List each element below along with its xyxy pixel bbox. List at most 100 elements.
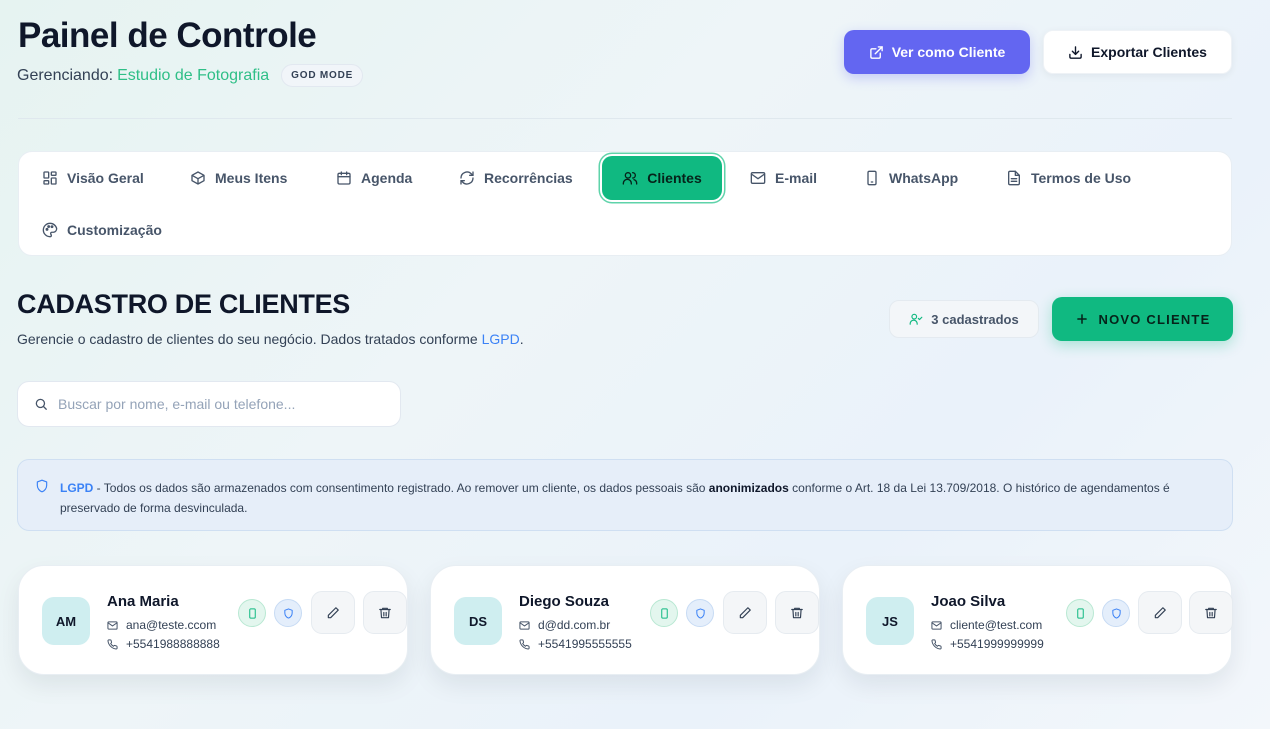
- search-input[interactable]: [58, 396, 378, 412]
- phone-icon: [931, 638, 950, 650]
- tab-whatsapp[interactable]: WhatsApp: [864, 156, 958, 200]
- new-client-button[interactable]: NOVO CLIENTE: [1052, 297, 1233, 341]
- tab-label: E-mail: [775, 170, 818, 186]
- avatar: AM: [42, 597, 90, 645]
- tab-label: Clientes: [647, 170, 702, 186]
- avatar: DS: [454, 597, 502, 645]
- client-email: ana@teste.ccom: [126, 618, 217, 632]
- client-card: AM Ana Maria ana@teste.ccom +55419888888…: [18, 565, 408, 675]
- section-title: CADASTRO DE CLIENTES: [17, 289, 351, 319]
- client-name: Joao Silva: [931, 593, 1006, 610]
- avatar: JS: [866, 597, 914, 645]
- shield-icon: [1111, 607, 1122, 619]
- phone-device-icon: [864, 170, 889, 186]
- client-email: d@dd.com.br: [538, 618, 611, 632]
- view-as-client-label: Ver como Cliente: [891, 44, 1006, 60]
- client-email-row: ana@teste.ccom: [107, 618, 216, 632]
- client-phone-row: +5541988888888: [107, 637, 220, 651]
- trash-icon: [790, 606, 804, 620]
- lgpd-consent-button[interactable]: [274, 599, 302, 627]
- edit-client-button[interactable]: [723, 591, 767, 634]
- client-card: DS Diego Souza d@dd.com.br +554199555555…: [430, 565, 820, 675]
- client-name: Diego Souza: [519, 593, 610, 610]
- search-box: [17, 381, 401, 427]
- refresh-icon: [459, 170, 484, 186]
- calendar-icon: [336, 170, 361, 186]
- view-as-client-button[interactable]: Ver como Cliente: [844, 30, 1030, 74]
- pencil-icon: [738, 606, 752, 620]
- box-icon: [190, 170, 215, 186]
- client-email-row: cliente@test.com: [931, 618, 1042, 632]
- mail-icon: [931, 620, 950, 631]
- tab-label: Recorrências: [484, 170, 573, 186]
- client-phone: +5541999999999: [950, 637, 1044, 651]
- delete-client-button[interactable]: [363, 591, 407, 634]
- notice-text-a: - Todos os dados são armazenados com con…: [93, 481, 709, 495]
- trash-icon: [1204, 606, 1218, 620]
- shield-icon: [283, 607, 294, 619]
- delete-client-button[interactable]: [1189, 591, 1233, 634]
- lgpd-notice: LGPD - Todos os dados são armazenados co…: [17, 459, 1233, 531]
- tab-email[interactable]: E-mail: [750, 156, 817, 200]
- users-icon: [622, 170, 647, 186]
- section-subtitle: Gerencie o cadastro de clientes do seu n…: [17, 331, 524, 347]
- page-title: Painel de Controle: [18, 16, 317, 55]
- new-client-label: NOVO CLIENTE: [1098, 311, 1211, 327]
- phone-icon: [107, 638, 126, 650]
- trash-icon: [378, 606, 392, 620]
- client-phone: +5541988888888: [126, 637, 220, 651]
- tab-meus-itens[interactable]: Meus Itens: [190, 156, 287, 200]
- mail-icon: [107, 620, 126, 631]
- lgpd-consent-button[interactable]: [686, 599, 714, 627]
- client-name: Ana Maria: [107, 593, 179, 610]
- section-subtitle-suffix: .: [519, 331, 524, 347]
- lgpd-tag: LGPD: [60, 481, 94, 495]
- document-icon: [1006, 170, 1031, 186]
- tab-clientes[interactable]: Clientes: [602, 156, 722, 200]
- client-count-badge: 3 cadastrados: [889, 300, 1039, 338]
- tab-label: Agenda: [361, 170, 413, 186]
- tab-label: Customização: [67, 222, 162, 238]
- external-link-icon: [869, 45, 892, 60]
- user-check-icon: [909, 312, 931, 326]
- shield-icon: [695, 607, 706, 619]
- client-card: JS Joao Silva cliente@test.com +55419999…: [842, 565, 1233, 675]
- shield-icon: [35, 479, 49, 493]
- export-clients-label: Exportar Clientes: [1091, 44, 1207, 60]
- tab-label: Meus Itens: [215, 170, 288, 186]
- tab-termos-de-uso[interactable]: Termos de Uso: [1006, 156, 1131, 200]
- palette-icon: [42, 222, 67, 238]
- client-phone-row: +5541995555555: [519, 637, 632, 651]
- client-phone: +5541995555555: [538, 637, 632, 651]
- tab-label: WhatsApp: [889, 170, 959, 186]
- export-clients-button[interactable]: Exportar Clientes: [1043, 30, 1232, 74]
- whatsapp-status-button[interactable]: [650, 599, 678, 627]
- tab-customizacao[interactable]: Customização: [42, 208, 162, 252]
- mail-icon: [519, 620, 538, 631]
- grid-icon: [42, 170, 67, 186]
- delete-client-button[interactable]: [775, 591, 819, 634]
- lgpd-consent-button[interactable]: [1102, 599, 1130, 627]
- whatsapp-status-button[interactable]: [238, 599, 266, 627]
- client-phone-row: +5541999999999: [931, 637, 1044, 651]
- header-divider: [18, 118, 1232, 119]
- tab-label: Visão Geral: [67, 170, 144, 186]
- pencil-icon: [1153, 606, 1167, 620]
- managing-line: Gerenciando: Estudio de Fotografia GOD M…: [17, 64, 364, 87]
- client-email: cliente@test.com: [950, 618, 1043, 632]
- tab-recorrencias[interactable]: Recorrências: [459, 156, 573, 200]
- whatsapp-status-button[interactable]: [1066, 599, 1094, 627]
- search-icon: [34, 397, 48, 411]
- edit-client-button[interactable]: [1138, 591, 1182, 634]
- tab-visao-geral[interactable]: Visão Geral: [42, 156, 144, 200]
- business-name: Estudio de Fotografia: [117, 66, 270, 84]
- phone-device-icon: [247, 607, 258, 619]
- edit-client-button[interactable]: [311, 591, 355, 634]
- tab-agenda[interactable]: Agenda: [336, 156, 412, 200]
- lgpd-link[interactable]: LGPD: [482, 331, 520, 347]
- phone-device-icon: [1075, 607, 1086, 619]
- managing-label: Gerenciando:: [17, 66, 114, 84]
- phone-device-icon: [659, 607, 670, 619]
- client-count-label: 3 cadastrados: [931, 311, 1019, 327]
- pencil-icon: [326, 606, 340, 620]
